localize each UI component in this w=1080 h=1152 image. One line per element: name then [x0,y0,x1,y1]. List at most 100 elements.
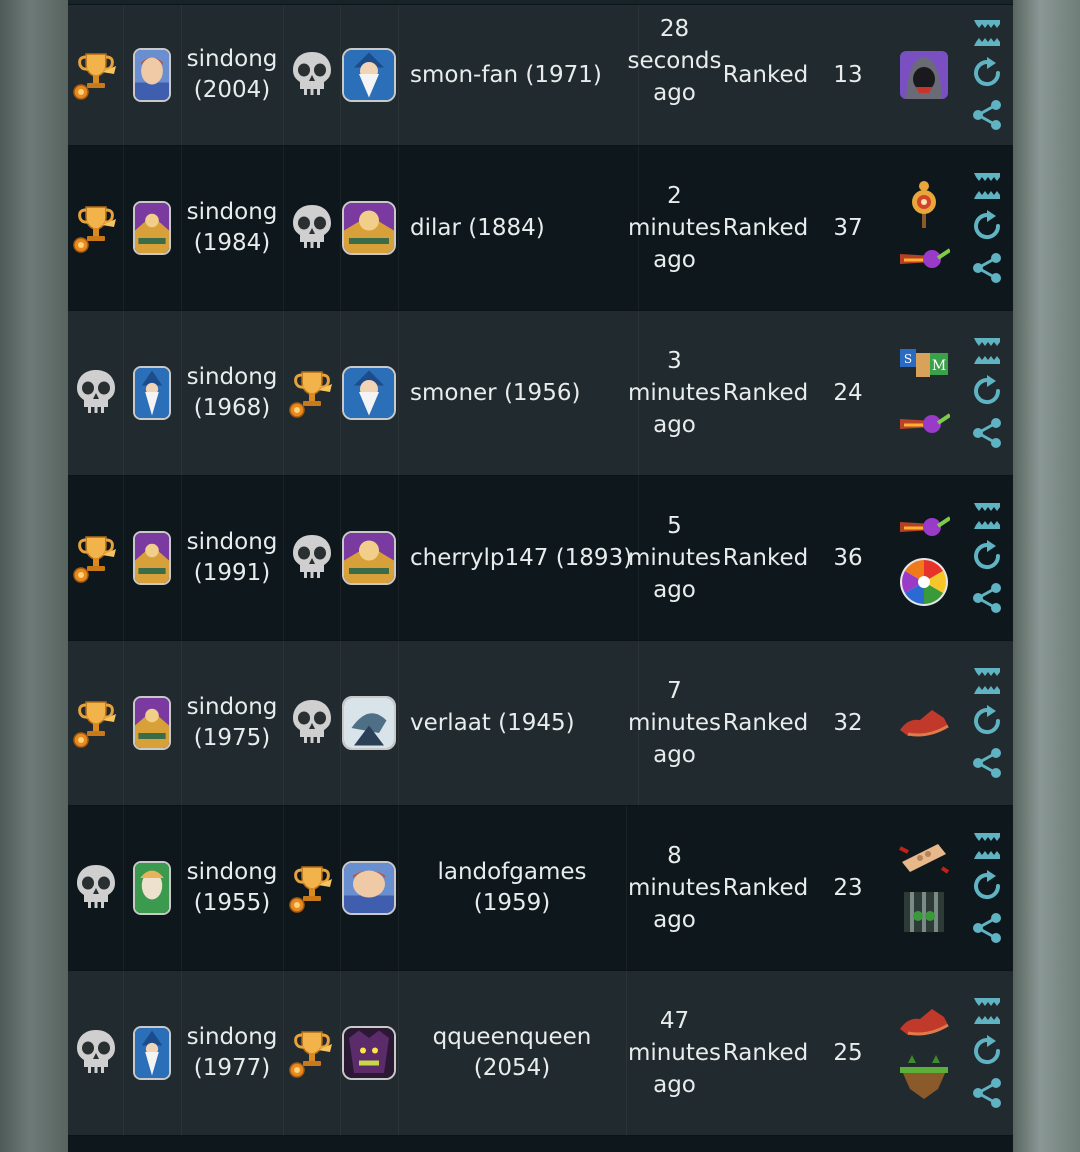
versus-icon[interactable] [972,501,1002,531]
time-ago: 3 minutes ago [628,345,721,441]
player2-name-block[interactable]: cherrylp147 (1893) [410,543,632,574]
player2-result-cell [283,311,341,475]
avatar-paladin-icon[interactable] [133,201,171,255]
replay-icon[interactable] [970,56,1004,90]
player1-name[interactable]: sindong [187,1022,278,1053]
player1-name-cell: sindong (1991) [181,476,284,640]
replay-icon[interactable] [970,869,1004,903]
player2-name-block[interactable]: dilar (1884) [410,213,545,244]
versus-icon[interactable] [972,996,1002,1026]
target-dummy-icon[interactable] [898,178,950,230]
replay-icon[interactable] [970,1034,1004,1068]
comet-icon[interactable] [898,240,952,278]
red-shoe-icon[interactable] [898,1003,950,1041]
player1-name-block[interactable]: sindong (1984) [187,197,278,259]
row-actions [960,146,1013,310]
cage-icon[interactable] [898,886,950,938]
player2-name[interactable]: cherrylp147 (1893) [410,543,632,574]
time-ago-cell: 5 minutes ago [626,476,723,640]
player1-name[interactable]: sindong [187,197,278,228]
versus-icon[interactable] [972,18,1002,48]
time-ago-line: ago [653,1072,696,1098]
time-ago-line: 3 [667,348,682,374]
avatar-paladin-icon[interactable] [342,201,396,255]
avatar-wizard-icon[interactable] [342,366,396,420]
replay-icon[interactable] [970,539,1004,573]
replay-icon[interactable] [970,704,1004,738]
game-count: 32 [833,710,863,736]
avatar-wizard-icon[interactable] [133,366,171,420]
player2-name-block[interactable]: smoner (1956) [410,378,580,409]
share-icon[interactable] [970,416,1004,450]
share-icon[interactable] [970,1076,1004,1110]
trophy-icon [72,692,120,754]
trivia-wheel-icon[interactable] [898,556,950,608]
game-icons-cell [888,971,960,1135]
avatar-face-icon[interactable] [133,48,171,102]
time-ago-line: 2 [667,183,682,209]
player1-name[interactable]: sindong [187,527,278,558]
player1-name-block[interactable]: sindong (1955) [187,857,278,919]
time-ago-line: ago [653,247,696,273]
player1-name-block[interactable]: sindong (1977) [187,1022,278,1084]
player1-name[interactable]: sindong [187,362,278,393]
player1-name-block[interactable]: sindong (1975) [187,692,278,754]
avatar-elf-icon[interactable] [133,861,171,915]
share-icon[interactable] [970,746,1004,780]
player2-name-block[interactable]: smon-fan (1971) [410,60,602,91]
time-ago-cell: 2 minutes ago [626,146,723,310]
letter-blocks-icon[interactable]: SM [898,343,950,395]
player1-rating: (2004) [193,77,271,103]
avatar-wizard-icon[interactable] [342,48,396,102]
avatar-villain-icon[interactable] [342,1026,396,1080]
floating-island-icon[interactable] [898,1051,950,1103]
share-icon[interactable] [970,911,1004,945]
player2-name[interactable]: qqueenqueen [433,1022,592,1053]
player2-name[interactable]: dilar (1884) [410,213,545,244]
player1-name-cell: sindong (2004) [181,5,284,145]
player2-name-block[interactable]: qqueenqueen (2054) [433,1022,592,1084]
player1-name-cell: sindong (1955) [181,806,284,970]
replay-icon[interactable] [970,209,1004,243]
player1-result-cell [68,641,124,805]
player1-name[interactable]: sindong [187,692,278,723]
hooded-figure-icon[interactable] [898,49,950,101]
share-icon[interactable] [970,581,1004,615]
time-ago-line: 8 [667,843,682,869]
player2-name-block[interactable]: verlaat (1945) [410,708,575,739]
avatar-shark-icon[interactable] [342,696,396,750]
share-icon[interactable] [970,98,1004,132]
red-shoe-icon[interactable] [898,704,950,742]
player1-name[interactable]: sindong [187,857,278,888]
versus-icon[interactable] [972,666,1002,696]
avatar-face-icon[interactable] [342,861,396,915]
table-row: sindong (1968) smoner (1956) 3 minutes ago Ran… [68,310,1013,475]
avatar-paladin-icon[interactable] [133,531,171,585]
comet-icon[interactable] [898,405,952,443]
player2-name-block[interactable]: landofgames (1959) [437,857,586,919]
time-ago-line: minutes [627,380,722,406]
player2-name[interactable]: verlaat (1945) [410,708,575,739]
avatar-paladin-icon[interactable] [133,696,171,750]
time-ago-line: seconds [627,48,722,74]
share-icon[interactable] [970,251,1004,285]
player1-name-block[interactable]: sindong (1968) [187,362,278,424]
versus-icon[interactable] [972,171,1002,201]
comet-icon[interactable] [898,508,952,546]
player1-rating: (1975) [193,725,271,751]
player2-avatar-cell [340,641,399,805]
player2-name[interactable]: smoner (1956) [410,378,580,409]
versus-icon[interactable] [972,336,1002,366]
bandage-icon[interactable] [898,838,950,876]
versus-icon[interactable] [972,831,1002,861]
replay-icon[interactable] [970,374,1004,408]
player1-name-block[interactable]: sindong (2004) [187,44,278,106]
avatar-wizard-icon[interactable] [133,1026,171,1080]
player1-name[interactable]: sindong [187,44,278,75]
player1-name-block[interactable]: sindong (1991) [187,527,278,589]
player2-name-cell: landofgames (1959) [398,806,627,970]
player2-name[interactable]: landofgames [437,857,586,888]
time-ago-line: minutes [627,875,722,901]
avatar-paladin-icon[interactable] [342,531,396,585]
player2-name[interactable]: smon-fan (1971) [410,60,602,91]
